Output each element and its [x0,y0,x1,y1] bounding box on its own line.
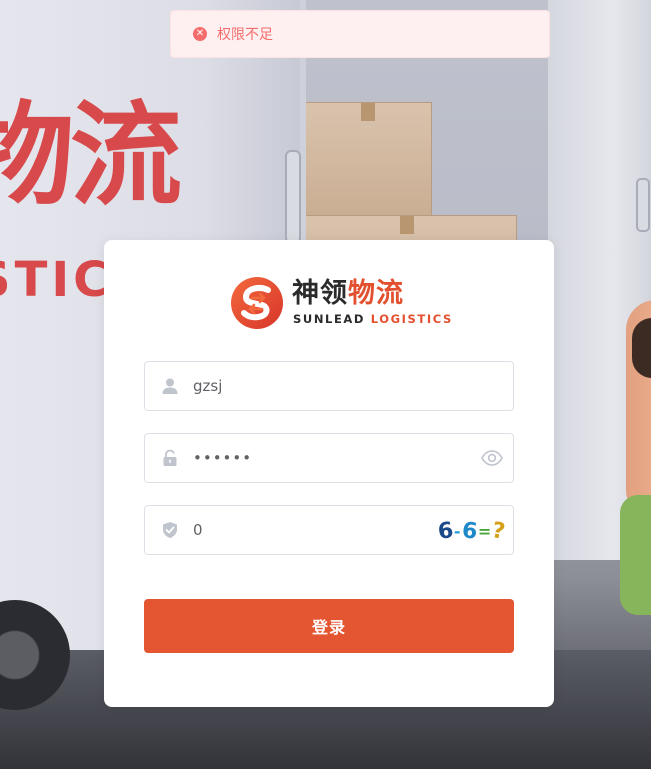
error-circle-icon: ✕ [193,27,207,41]
toast-message: 权限不足 [217,27,273,43]
background-box [300,102,432,222]
captcha-image[interactable]: 6 - 6 = ? [433,516,508,546]
background-truck-logo-cn: 物流 [0,91,182,221]
logo-cn-part2: 物流 [348,278,404,309]
password-value: •••••• [193,449,253,467]
background-person-hair [632,318,651,378]
logo-mark-icon [231,277,283,329]
login-button[interactable]: 登录 [144,599,514,653]
brand-logo: 神领物流 SUNLEAD LOGISTICS [230,276,451,330]
eye-icon[interactable] [481,449,503,467]
shield-icon [163,522,177,538]
background-person-shirt [620,495,651,615]
logo-english-name: SUNLEAD LOGISTICS [293,312,453,326]
user-icon [162,378,178,394]
username-value: gzsj [193,377,223,395]
username-field[interactable]: gzsj [144,361,514,411]
lock-icon [163,449,177,466]
background-truck-handle [285,150,301,244]
background-door-handle [636,178,650,232]
error-toast: ✕ 权限不足 [170,10,550,58]
logo-en-part2: LOGISTICS [370,312,453,326]
captcha-char: = [477,521,492,541]
captcha-char: - [453,521,461,541]
captcha-char: ? [490,517,508,545]
captcha-char: 6 [435,517,455,545]
password-field[interactable]: •••••• [144,433,514,483]
captcha-char: 6 [460,517,479,545]
captcha-value: 0 [193,521,203,539]
captcha-field[interactable]: 0 6 - 6 = ? [144,505,514,555]
logo-chinese-name: 神领物流 [292,276,404,312]
logo-cn-part1: 神领 [292,278,348,309]
login-page: 物流 STICS ✕ 权限不足 神领物流 [0,0,651,769]
logo-en-part1: SUNLEAD [293,312,366,326]
login-card: 神领物流 SUNLEAD LOGISTICS gzsj •••••• 0 6 -… [104,240,554,707]
